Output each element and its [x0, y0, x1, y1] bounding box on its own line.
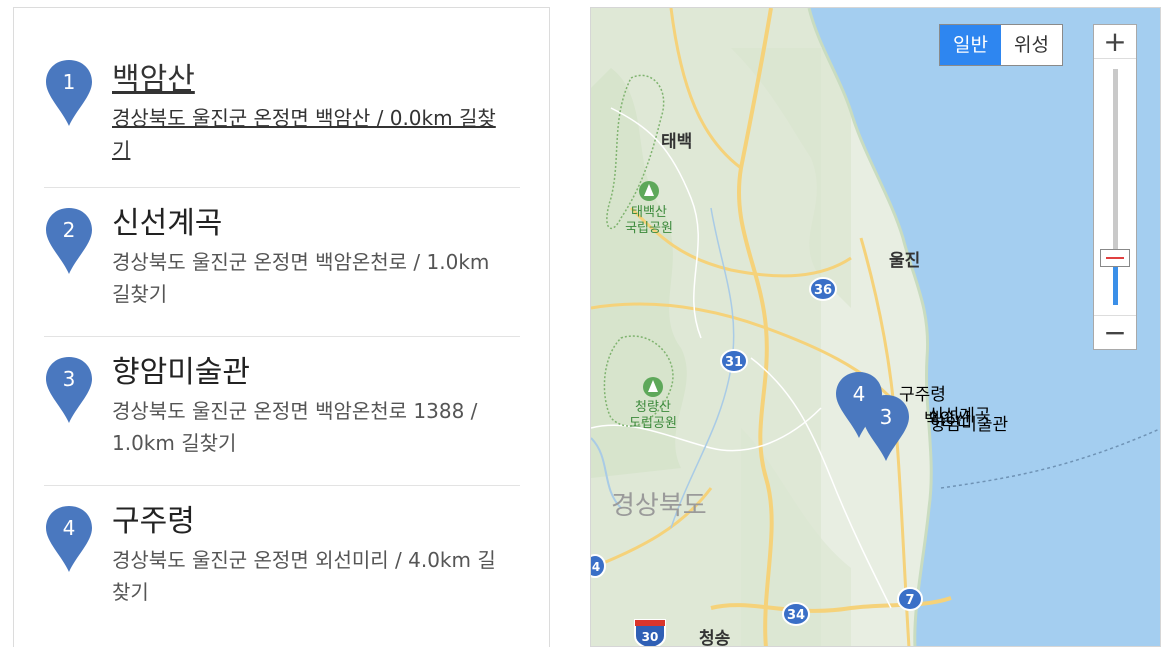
road-shield-30: 30 — [642, 630, 659, 644]
road-shield-36: 36 — [814, 283, 832, 298]
list-item-3[interactable]: 3 향암미술관 경상북도 울진군 온정면 백암온천로 1388 / 1.0km … — [44, 336, 520, 485]
road-shield-34: 34 — [787, 608, 805, 623]
place-name[interactable]: 구주령 — [112, 502, 195, 542]
map-view[interactable]: 36 31 34 7 4 30 태백 태백산 국립공원 울진 청량산 도립공원 — [590, 7, 1161, 647]
marker-label-3[interactable]: 향암미술관 — [930, 410, 1008, 435]
place-name[interactable]: 향암미술관 — [112, 353, 250, 393]
map-base[interactable]: 36 31 34 7 4 30 태백 태백산 국립공원 울진 청량산 도립공원 — [591, 8, 1161, 647]
place-address[interactable]: 경상북도 울진군 온정면 외선미리 / 4.0km 길찾기 — [112, 544, 512, 608]
pin-number: 2 — [62, 218, 76, 242]
map-label-taebaeksan: 태백산 — [631, 205, 667, 220]
pin-number: 4 — [62, 516, 76, 540]
place-address[interactable]: 경상북도 울진군 온정면 백암온천로 / 1.0km 길찾기 — [112, 246, 512, 310]
map-type-normal-button[interactable]: 일반 — [940, 25, 1001, 65]
place-pin-icon: 4 — [44, 504, 94, 576]
list-item-4[interactable]: 4 구주령 경상북도 울진군 온정면 외선미리 / 4.0km 길찾기 — [44, 485, 520, 634]
place-pin-icon: 2 — [44, 206, 94, 278]
map-label-provincial-park: 도립공원 — [629, 416, 677, 431]
place-pin-icon: 3 — [44, 355, 94, 427]
pin-number: 1 — [62, 70, 76, 94]
map-label-taebaek: 태백 — [661, 132, 692, 152]
map-label-national-park: 국립공원 — [625, 221, 673, 236]
place-name[interactable]: 신선계곡 — [112, 204, 222, 244]
list-item-2[interactable]: 2 신선계곡 경상북도 울진군 온정면 백암온천로 / 1.0km 길찾기 — [44, 187, 520, 336]
zoom-slider-track[interactable] — [1113, 69, 1118, 305]
map-type-satellite-button[interactable]: 위성 — [1001, 25, 1062, 65]
road-shield-31: 31 — [725, 355, 743, 370]
zoom-in-button[interactable]: + — [1094, 25, 1136, 59]
map-label-cheongnyangsan: 청량산 — [635, 400, 671, 415]
marker-number: 3 — [879, 405, 893, 429]
pin-number: 3 — [62, 367, 76, 391]
zoom-out-button[interactable]: − — [1094, 315, 1136, 349]
place-list: 1 백암산 경상북도 울진군 온정면 백암산 / 0.0km 길찾기 2 신선계… — [13, 7, 550, 647]
list-item-1[interactable]: 1 백암산 경상북도 울진군 온정면 백암산 / 0.0km 길찾기 — [44, 8, 520, 162]
map-label-uljin: 울진 — [889, 251, 920, 271]
map-type-toggle: 일반 위성 — [939, 24, 1063, 66]
place-pin-icon: 1 — [44, 58, 94, 130]
map-label-gyeongbuk: 경상북도 — [611, 491, 707, 521]
zoom-control: + − — [1093, 24, 1137, 350]
place-name[interactable]: 백암산 — [112, 60, 195, 100]
zoom-slider-handle[interactable] — [1100, 249, 1130, 267]
road-shield-4: 4 — [592, 560, 600, 574]
place-address[interactable]: 경상북도 울진군 온정면 백암온천로 1388 / 1.0km 길찾기 — [112, 395, 512, 459]
road-shield-7: 7 — [905, 593, 914, 608]
place-address[interactable]: 경상북도 울진군 온정면 백암산 / 0.0km 길찾기 — [112, 102, 512, 166]
